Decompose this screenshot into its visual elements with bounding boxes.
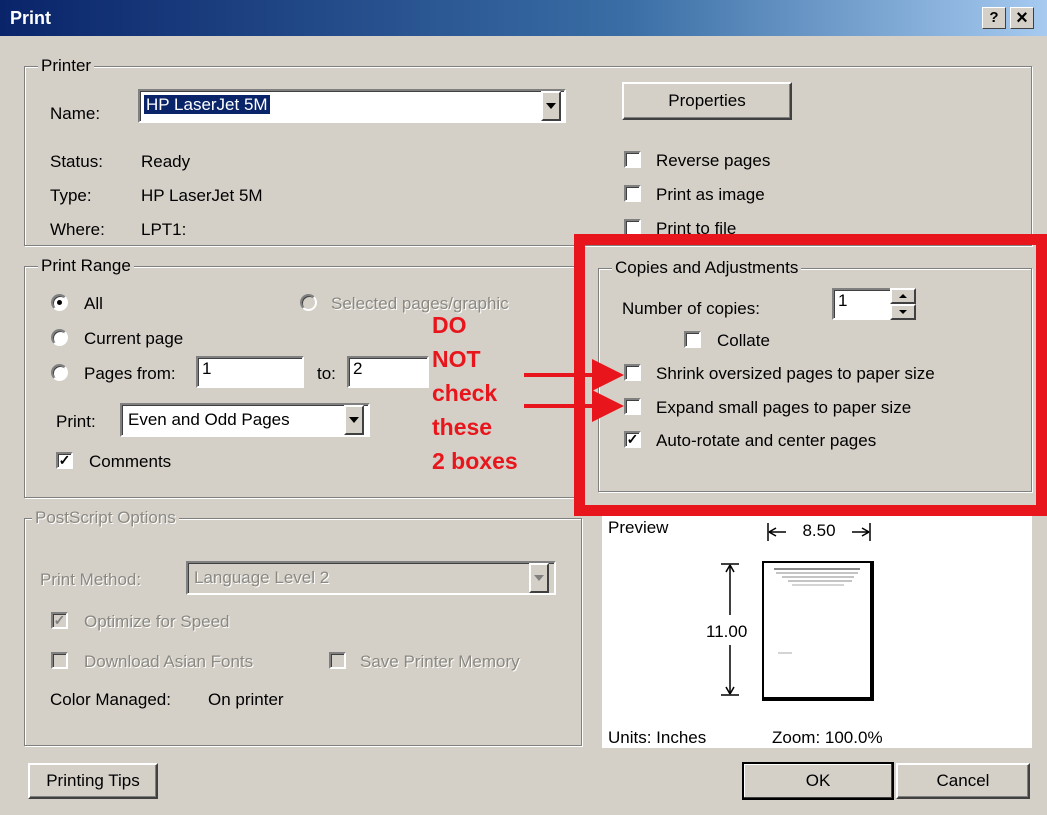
units-label: Units: Inches xyxy=(608,728,707,747)
width-dimension: 8.50 xyxy=(766,521,876,543)
printing-tips-button[interactable]: Printing Tips xyxy=(28,763,158,799)
page-thumbnail xyxy=(762,561,874,701)
page-content-icon xyxy=(774,568,860,654)
width-value: 8.50 xyxy=(802,521,836,540)
ok-button[interactable]: OK xyxy=(742,762,894,800)
zoom-label: Zoom: 100.0% xyxy=(772,728,883,747)
preview-label: Preview xyxy=(608,518,669,537)
height-value: 11.00 xyxy=(706,622,748,642)
cancel-button[interactable]: Cancel xyxy=(896,763,1030,799)
